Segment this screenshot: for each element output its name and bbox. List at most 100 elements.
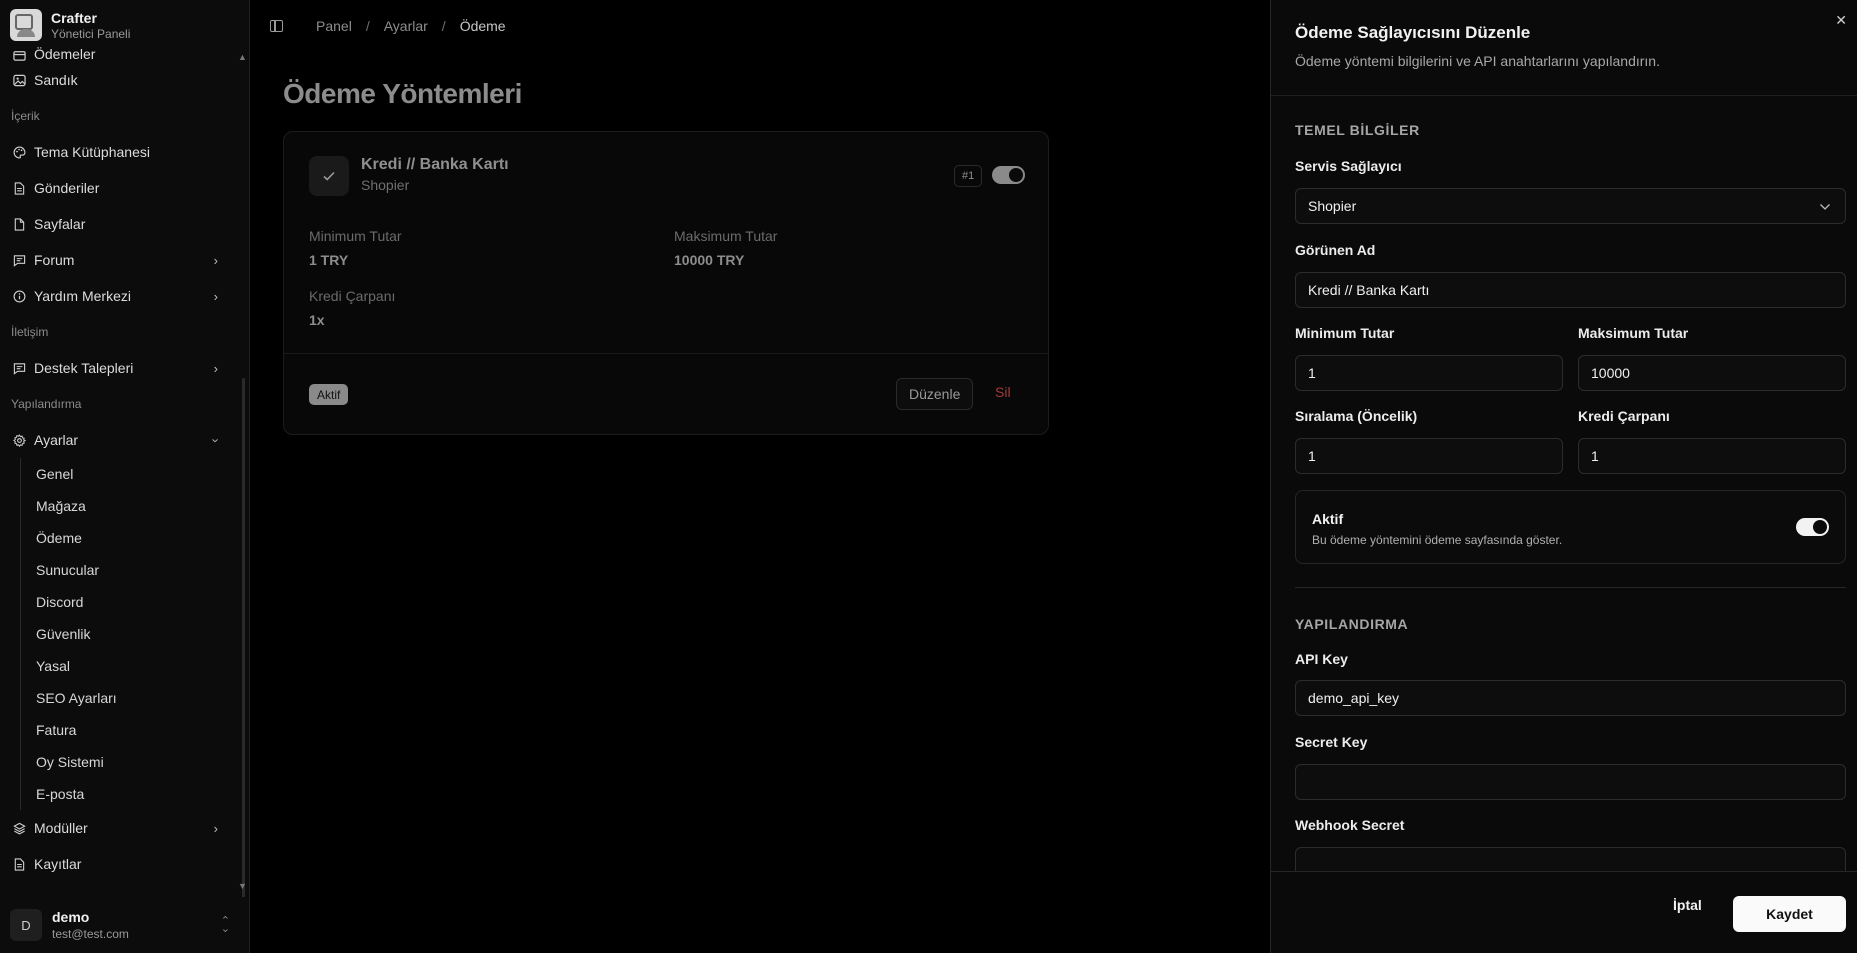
sidebar-item-payments[interactable]: Ödemeler <box>0 42 242 62</box>
page-title: Ödeme Yöntemleri <box>283 78 522 109</box>
display-name-input[interactable]: Kredi // Banka Kartı <box>1295 272 1846 308</box>
chevron-right-icon: › <box>213 361 218 376</box>
save-button[interactable]: Kaydet <box>1733 896 1846 932</box>
sidebar-item-label: Yardım Merkezi <box>34 288 131 304</box>
api-key-label: API Key <box>1295 651 1348 667</box>
breadcrumb-item[interactable]: Ayarlar <box>384 18 428 34</box>
chevron-right-icon: › <box>213 253 218 268</box>
sidebar-item-label: Sandık <box>34 72 78 88</box>
submenu-item-discord[interactable]: Discord <box>21 586 242 618</box>
active-toggle[interactable] <box>1796 518 1829 536</box>
drawer-footer: İptal Kaydet <box>1271 872 1857 953</box>
secret-key-label: Secret Key <box>1295 734 1368 750</box>
delete-button[interactable]: Sil <box>995 384 1011 400</box>
submenu-item-servers[interactable]: Sunucular <box>21 554 242 586</box>
edit-provider-drawer: ✕ Ödeme Sağlayıcısını Düzenle Ödeme yönt… <box>1270 0 1857 953</box>
sidebar-item-modules[interactable]: Modüller › <box>0 810 242 846</box>
submenu-item-payment[interactable]: Ödeme <box>21 522 242 554</box>
brand-subtitle: Yönetici Paneli <box>51 26 131 41</box>
sidebar-item-chest[interactable]: Sandık <box>0 62 242 98</box>
active-setting: Aktif Bu ödeme yöntemini ödeme sayfasınd… <box>1295 490 1846 564</box>
brand[interactable]: Crafter Yönetici Paneli <box>10 9 130 41</box>
file-text-icon <box>12 857 26 871</box>
max-amount-input[interactable]: 10000 <box>1578 355 1846 391</box>
breadcrumb: Panel / Ayarlar / Ödeme <box>316 18 506 34</box>
wallet-icon <box>12 48 26 62</box>
gear-icon <box>12 433 26 447</box>
sidebar-item-label: Destek Talepleri <box>34 360 134 376</box>
sidebar-section-content: İçerik <box>11 109 40 123</box>
max-amount-field-label: Maksimum Tutar <box>1578 325 1689 341</box>
sidebar-nav: Ödemeler Sandık İçerik Tema Kütüphanesi … <box>0 44 242 882</box>
sidebar-item-label: Ayarlar <box>34 432 79 448</box>
submenu-item-legal[interactable]: Yasal <box>21 650 242 682</box>
submenu-item-vote-system[interactable]: Oy Sistemi <box>21 746 242 778</box>
multiplier-value: 1x <box>309 312 325 328</box>
webhook-secret-input[interactable] <box>1295 847 1846 871</box>
sidebar-item-theme-library[interactable]: Tema Kütüphanesi <box>0 134 242 170</box>
sidebar-scrollbar[interactable] <box>242 378 245 898</box>
close-icon[interactable]: ✕ <box>1835 12 1847 29</box>
breadcrumb-separator: / <box>441 18 446 34</box>
multiplier-label: Kredi Çarpanı <box>309 288 396 304</box>
cancel-button[interactable]: İptal <box>1673 897 1702 913</box>
enabled-toggle[interactable] <box>992 166 1025 184</box>
edit-button[interactable]: Düzenle <box>896 378 974 410</box>
secret-key-input[interactable] <box>1295 764 1846 800</box>
sidebar-item-support-tickets[interactable]: Destek Talepleri › <box>0 350 242 386</box>
order-badge: #1 <box>954 165 983 187</box>
user-email: test@test.com <box>52 927 129 941</box>
submenu-item-store[interactable]: Mağaza <box>21 490 242 522</box>
submenu-item-seo[interactable]: SEO Ayarları <box>21 682 242 714</box>
sidebar-item-label: Tema Kütüphanesi <box>34 144 150 160</box>
order-input[interactable]: 1 <box>1295 438 1563 474</box>
brand-logo <box>10 9 42 41</box>
message-icon <box>12 361 26 375</box>
user-menu[interactable]: D demo test@test.com ⌃ ⌄ <box>0 897 249 953</box>
avatar: D <box>10 909 42 941</box>
display-name-label: Görünen Ad <box>1295 242 1376 258</box>
sidebar-item-logs[interactable]: Kayıtlar <box>0 846 242 882</box>
sidebar-item-help-center[interactable]: Yardım Merkezi › <box>0 278 242 314</box>
webhook-secret-label: Webhook Secret <box>1295 817 1405 833</box>
submenu-item-invoice[interactable]: Fatura <box>21 714 242 746</box>
message-icon <box>12 253 26 267</box>
active-description: Bu ödeme yöntemini ödeme sayfasında göst… <box>1312 533 1563 547</box>
chevron-right-icon: › <box>213 289 218 304</box>
sidebar-section-configuration: Yapılandırma <box>11 397 82 411</box>
chevron-down-icon <box>1819 200 1831 214</box>
sidebar-toggle-icon[interactable] <box>270 20 283 32</box>
settings-submenu: Genel Mağaza Ödeme Sunucular Discord Güv… <box>20 458 242 810</box>
max-amount-label: Maksimum Tutar <box>674 228 778 244</box>
sidebar-item-posts[interactable]: Gönderiler <box>0 170 242 206</box>
submenu-item-email[interactable]: E-posta <box>21 778 242 810</box>
section-basic-info: TEMEL BİLGİLER <box>1295 122 1420 138</box>
submenu-item-security[interactable]: Güvenlik <box>21 618 242 650</box>
multiplier-input[interactable]: 1 <box>1578 438 1846 474</box>
provider-label: Servis Sağlayıcı <box>1295 158 1402 174</box>
sidebar-item-label: Gönderiler <box>34 180 100 196</box>
info-icon <box>12 289 26 303</box>
scroll-down-icon[interactable]: ▼ <box>238 881 247 891</box>
status-badge: Aktif <box>309 384 349 405</box>
breadcrumb-item[interactable]: Panel <box>316 18 352 34</box>
breadcrumb-separator: / <box>365 18 370 34</box>
sidebar-item-forum[interactable]: Forum › <box>0 242 242 278</box>
sidebar-item-label: Forum <box>34 252 75 268</box>
multiplier-field-label: Kredi Çarpanı <box>1578 408 1670 424</box>
sidebar-item-pages[interactable]: Sayfalar <box>0 206 242 242</box>
payment-method-name: Kredi // Banka Kartı <box>361 156 509 173</box>
user-name: demo <box>52 909 90 925</box>
submenu-item-general[interactable]: Genel <box>21 458 242 490</box>
sidebar-item-label: Sayfalar <box>34 216 86 232</box>
document-icon <box>12 181 26 195</box>
sidebar-section-communication: İletişim <box>11 325 49 339</box>
section-configuration: YAPILANDIRMA <box>1295 616 1409 632</box>
provider-select[interactable]: Shopier <box>1295 188 1846 224</box>
min-amount-input[interactable]: 1 <box>1295 355 1563 391</box>
api-key-input[interactable]: demo_api_key <box>1295 680 1846 716</box>
chevron-right-icon: › <box>213 821 218 836</box>
sidebar: Crafter Yönetici Paneli ▲ Ödemeler Sandı… <box>0 0 250 953</box>
drawer-config-section: YAPILANDIRMA API Key demo_api_key Secret… <box>1271 588 1857 871</box>
sidebar-item-settings[interactable]: Ayarlar › <box>0 422 242 458</box>
